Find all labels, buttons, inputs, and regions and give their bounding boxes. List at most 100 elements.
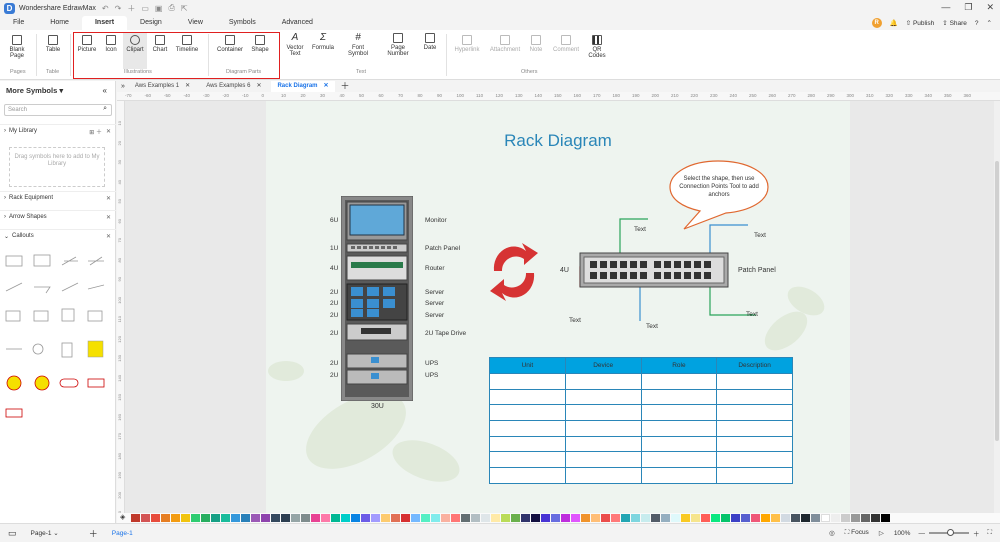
color-swatch[interactable]	[151, 514, 160, 522]
blank-page-button[interactable]: Blank Page	[6, 35, 28, 59]
tab-aws-examples-6[interactable]: Aws Examples 6 ✕	[200, 81, 267, 92]
page-selector[interactable]: Page-1 ⌄	[31, 529, 59, 537]
color-swatch[interactable]	[141, 514, 150, 522]
callout-shapes-grid[interactable]	[4, 251, 112, 431]
color-swatch[interactable]	[531, 514, 540, 522]
color-swatch[interactable]	[691, 514, 700, 522]
fill-bucket-icon[interactable]: ◈	[120, 513, 125, 521]
close-icon[interactable]: ✕	[324, 81, 329, 92]
color-swatch[interactable]	[481, 514, 490, 522]
date-button[interactable]: Date	[420, 33, 440, 51]
callouts-section[interactable]: ⌄ Callouts ✕	[0, 229, 116, 242]
close-icon[interactable]: ✕	[256, 81, 261, 92]
table-cell[interactable]	[566, 468, 642, 483]
color-swatch[interactable]	[361, 514, 370, 522]
color-swatch[interactable]	[351, 514, 360, 522]
color-swatch[interactable]	[581, 514, 590, 522]
maximize-button[interactable]: ❐	[964, 2, 972, 13]
collapse-ribbon-icon[interactable]: ⌃	[987, 19, 992, 27]
color-swatch[interactable]	[541, 514, 550, 522]
color-swatch[interactable]	[441, 514, 450, 522]
table-cell[interactable]	[717, 374, 792, 389]
table-cell[interactable]	[642, 452, 718, 468]
focus-button[interactable]: ⛶ Focus	[845, 529, 869, 537]
color-swatch[interactable]	[341, 514, 350, 522]
table-cell[interactable]	[566, 436, 642, 452]
font-symbol-button[interactable]: # Font Symbol	[345, 33, 371, 58]
color-swatch[interactable]	[551, 514, 560, 522]
redo-icon[interactable]: ↷	[115, 4, 122, 13]
table-row[interactable]	[490, 435, 792, 452]
color-swatch[interactable]	[211, 514, 220, 522]
color-swatch[interactable]	[601, 514, 610, 522]
color-swatch[interactable]	[861, 514, 870, 522]
text-label-3[interactable]: Text	[569, 317, 581, 324]
hyperlink-button[interactable]: Hyperlink	[452, 35, 482, 53]
color-swatch[interactable]	[831, 514, 840, 522]
zoom-out-icon[interactable]: —	[918, 530, 925, 537]
color-swatch[interactable]	[291, 514, 300, 522]
table-cell[interactable]	[566, 374, 642, 389]
comment-button[interactable]: Comment	[550, 35, 582, 53]
table-cell[interactable]	[717, 468, 792, 483]
color-swatch[interactable]	[451, 514, 460, 522]
table-row[interactable]	[490, 373, 792, 389]
publish-button[interactable]: ⇧ Publish	[906, 19, 935, 27]
color-swatch[interactable]	[651, 514, 660, 522]
share-button[interactable]: ⇪ Share	[942, 19, 967, 27]
rack-equipment-section[interactable]: › Rack Equipment ✕	[0, 191, 116, 204]
color-swatch[interactable]	[751, 514, 760, 522]
color-swatch[interactable]	[391, 514, 400, 522]
table-cell[interactable]	[717, 421, 792, 436]
table-cell[interactable]	[490, 405, 566, 421]
table-button[interactable]: Table	[43, 35, 63, 53]
table-cell[interactable]	[642, 389, 718, 405]
vector-text-button[interactable]: A Vector Text	[284, 33, 306, 58]
color-swatch[interactable]	[331, 514, 340, 522]
add-tab-icon[interactable]: ＋	[341, 81, 350, 92]
color-swatch[interactable]	[631, 514, 640, 522]
menu-file[interactable]: File	[0, 16, 37, 30]
device-table[interactable]: Unit Device Role Description	[489, 357, 793, 484]
arrow-shapes-section[interactable]: › Arrow Shapes ✕	[0, 210, 116, 223]
note-button[interactable]: Note	[526, 35, 546, 53]
sync-arrows-icon[interactable]	[486, 237, 542, 307]
formula-button[interactable]: Σ Formula	[310, 33, 336, 52]
table-cell[interactable]	[490, 389, 566, 405]
drawing-page[interactable]: Rack Diagram 6U 1U 4U 2U 2U 2U 2U 2U 2U Monitor P…	[266, 101, 850, 513]
table-cell[interactable]	[490, 468, 566, 483]
export-icon[interactable]: ⇱	[181, 4, 188, 13]
color-swatch[interactable]	[641, 514, 650, 522]
color-swatch[interactable]	[761, 514, 770, 522]
color-swatch[interactable]	[201, 514, 210, 522]
diagram-title[interactable]: Rack Diagram	[266, 131, 850, 151]
page-tab[interactable]: Page-1	[112, 530, 133, 537]
color-swatch[interactable]	[741, 514, 750, 522]
text-label-1[interactable]: Text	[634, 226, 646, 233]
table-cell[interactable]	[717, 437, 792, 452]
patch-panel-diagram[interactable]	[566, 211, 766, 331]
color-swatch[interactable]	[621, 514, 630, 522]
avatar[interactable]: R	[871, 18, 882, 28]
table-cell[interactable]	[566, 452, 642, 468]
color-swatch[interactable]	[711, 514, 720, 522]
color-swatch[interactable]	[171, 514, 180, 522]
table-row[interactable]	[490, 467, 792, 483]
color-swatch[interactable]	[701, 514, 710, 522]
undo-icon[interactable]: ↶	[102, 4, 109, 13]
color-swatch[interactable]	[401, 514, 410, 522]
collapse-panel-icon[interactable]: «	[103, 86, 107, 95]
table-cell[interactable]	[490, 452, 566, 468]
color-swatch[interactable]	[461, 514, 470, 522]
table-row[interactable]	[490, 388, 792, 405]
expand-tabs-icon[interactable]: »	[121, 81, 125, 92]
server-rack[interactable]	[341, 196, 413, 401]
color-swatch[interactable]	[681, 514, 690, 522]
help-button[interactable]: ?	[975, 20, 979, 27]
color-swatch[interactable]	[161, 514, 170, 522]
text-label-5[interactable]: Text	[746, 311, 758, 318]
color-swatch[interactable]	[381, 514, 390, 522]
color-swatch[interactable]	[311, 514, 320, 522]
color-swatch[interactable]	[851, 514, 860, 522]
color-swatch[interactable]	[661, 514, 670, 522]
